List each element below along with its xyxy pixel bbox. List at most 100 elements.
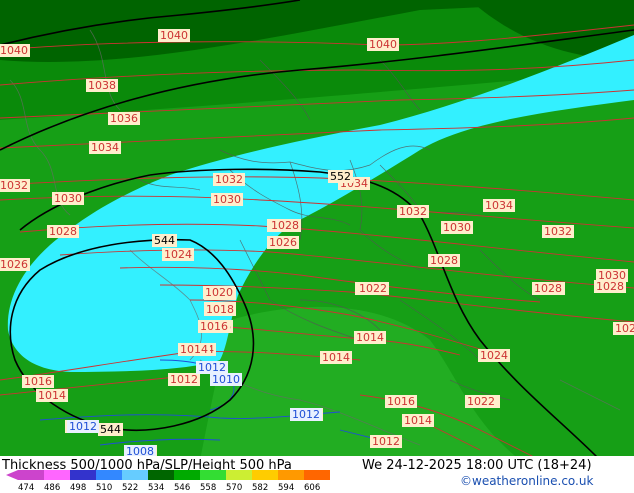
svg-text:1030: 1030 [213, 193, 241, 206]
isobar-label: 1028 [594, 280, 626, 293]
svg-text:1032: 1032 [399, 205, 427, 218]
svg-text:544: 544 [100, 423, 121, 436]
svg-text:1018: 1018 [206, 303, 234, 316]
svg-text:1014: 1014 [404, 414, 432, 427]
svg-text:1034: 1034 [485, 199, 513, 212]
isobar-label: 1030 [441, 221, 473, 234]
isobar-label: 1032 [397, 205, 429, 218]
isobar-label: 1034 [483, 199, 515, 212]
isobar-label: 1014 [402, 414, 434, 427]
isobar-label: 1014 [36, 389, 68, 402]
svg-text:1014: 1014 [38, 389, 66, 402]
svg-text:1012: 1012 [292, 408, 320, 421]
svg-text:1036: 1036 [110, 112, 138, 125]
svg-text:1028: 1028 [596, 280, 624, 293]
isobar-label: 1028 [47, 225, 79, 238]
svg-text:1038: 1038 [88, 79, 116, 92]
map-footer: Thickness 500/1000 hPa/SLP/Height 500 hP… [0, 456, 634, 493]
isobar-label: 1024 [478, 349, 510, 362]
svg-text:1012: 1012 [69, 420, 97, 433]
scale-value: 522 [122, 483, 139, 493]
svg-text:1028: 1028 [271, 219, 299, 232]
scale-value: 570 [226, 483, 243, 493]
svg-text:1022: 1022 [359, 282, 387, 295]
svg-text:1030: 1030 [54, 192, 82, 205]
scale-value: 594 [278, 483, 295, 493]
credit-link[interactable]: ©weatheronline.co.uk [460, 474, 593, 488]
svg-text:1026: 1026 [0, 258, 28, 271]
thickness-color-scale [6, 470, 330, 480]
height-label: 544 [98, 423, 123, 436]
svg-text:1024: 1024 [164, 248, 192, 261]
height-label: 544 [152, 234, 177, 247]
weather-map: 1040 1040 1040 1038 1036 1034 1032 1030 1028 1026… [0, 0, 634, 460]
scale-segment [70, 470, 96, 480]
isobar-label: 1032 [0, 179, 30, 192]
svg-text:1040: 1040 [369, 38, 397, 51]
svg-text:1034: 1034 [91, 141, 119, 154]
isobar-label: 1020 [203, 286, 235, 299]
scale-segment [174, 470, 200, 480]
scale-arrow-left [6, 470, 18, 480]
isobar-label: 1026 [0, 258, 30, 271]
svg-text:1032: 1032 [544, 225, 572, 238]
svg-text:1010: 1010 [212, 373, 240, 386]
isobar-label: 1012 [370, 435, 402, 448]
isobar-label: 1014 [320, 351, 352, 364]
isobar-label: 1026 [267, 236, 299, 249]
isobar-label: 1016 [198, 320, 230, 333]
scale-value: 474 [18, 483, 35, 493]
scale-segment [18, 470, 44, 480]
svg-text:1024: 1024 [480, 349, 508, 362]
svg-text:1014: 1014 [322, 351, 350, 364]
isobar-label: 1040 [0, 44, 30, 57]
svg-text:1016: 1016 [387, 395, 415, 408]
isobar-label: 1040 [158, 29, 190, 42]
svg-text:1014: 1014 [180, 343, 208, 356]
isobar-label: 1030 [52, 192, 84, 205]
scale-segment [252, 470, 278, 480]
isobar-label: 1028 [269, 219, 301, 232]
scale-value: 534 [148, 483, 165, 493]
scale-segment [226, 470, 252, 480]
svg-text:1028: 1028 [534, 282, 562, 295]
scale-value: 486 [44, 483, 61, 493]
svg-text:1012: 1012 [372, 435, 400, 448]
svg-text:1016: 1016 [24, 375, 52, 388]
svg-text:1022: 1022 [467, 395, 495, 408]
isobar-label: 1016 [22, 375, 54, 388]
svg-text:1028: 1028 [49, 225, 77, 238]
isobar-label: 1038 [86, 79, 118, 92]
svg-text:1032: 1032 [0, 179, 28, 192]
isobar-label: 1018 [204, 303, 236, 316]
svg-text:552: 552 [330, 170, 351, 183]
svg-text:1040: 1040 [0, 44, 28, 57]
isobar-label: 1032 [542, 225, 574, 238]
height-label: 552 [328, 170, 353, 183]
isobar-label: 1022 [465, 395, 497, 408]
low-isobar-label: 1012 [290, 408, 322, 421]
scale-segment [304, 470, 330, 480]
isobar-label: 1014 [178, 343, 210, 356]
isobar-label: 1028 [532, 282, 564, 295]
svg-text:1040: 1040 [160, 29, 188, 42]
svg-text:1026: 1026 [615, 322, 634, 335]
scale-value: 558 [200, 483, 217, 493]
isobar-label: 1016 [385, 395, 417, 408]
svg-text:1030: 1030 [443, 221, 471, 234]
isobar-label: 1012 [168, 373, 200, 386]
isobar-label: 1014 [354, 331, 386, 344]
valid-time: We 24-12-2025 18:00 UTC (18+24) [362, 458, 592, 473]
scale-value: 498 [70, 483, 87, 493]
svg-text:1026: 1026 [269, 236, 297, 249]
scale-value: 606 [304, 483, 321, 493]
isobar-label: 1034 [89, 141, 121, 154]
svg-text:1012: 1012 [170, 373, 198, 386]
scale-value: 510 [96, 483, 113, 493]
isobar-label: 1040 [367, 38, 399, 51]
low-isobar-label: 1012 [67, 420, 99, 433]
scale-segment [44, 470, 70, 480]
isobar-label: 1036 [108, 112, 140, 125]
isobar-label: 1028 [428, 254, 460, 267]
scale-value: 582 [252, 483, 269, 493]
